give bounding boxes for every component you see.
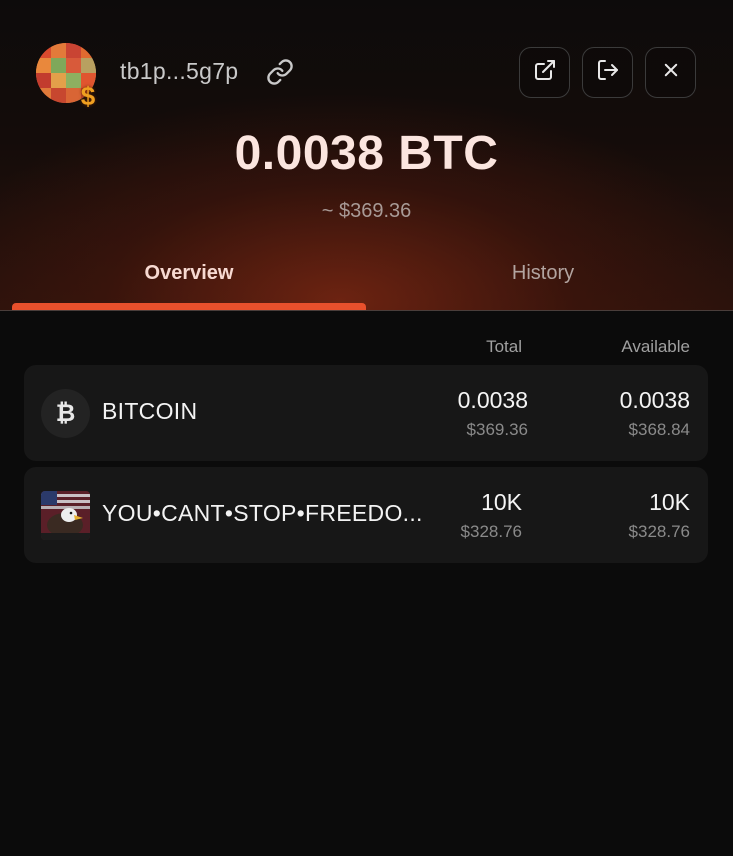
wallet-address: tb1p...5g7p xyxy=(120,58,239,84)
asset-row-bitcoin[interactable]: ₿ BITCOIN 0.0038 $369.36 0.0038 $368.84 xyxy=(24,365,708,461)
rune-eagle-flag-icon xyxy=(41,491,90,540)
asset-total: 10K xyxy=(481,489,522,515)
column-header-available: Available xyxy=(621,337,690,356)
logout-button[interactable] xyxy=(582,47,633,98)
open-external-button[interactable] xyxy=(519,47,570,98)
asset-available-fiat: $328.76 xyxy=(628,522,690,541)
fiat-balance: ~ $369.36 xyxy=(321,200,412,222)
wallet-panel: $ tb1p...5g7p 0.0038 BTC ~ $369.36 Overv… xyxy=(0,0,733,856)
asset-available-fiat: $368.84 xyxy=(628,420,690,439)
tab-history[interactable]: History xyxy=(366,262,720,285)
asset-total: 0.0038 xyxy=(457,387,528,413)
close-button[interactable] xyxy=(645,47,696,98)
column-header-total: Total xyxy=(486,337,522,356)
external-link-icon xyxy=(533,58,557,87)
asset-row-rune[interactable]: YOU•CANT•STOP•FREEDO... 10K $328.76 10K … xyxy=(24,467,708,563)
asset-total-fiat: $328.76 xyxy=(460,522,522,541)
tab-divider xyxy=(0,310,733,311)
tab-overview[interactable]: Overview xyxy=(12,262,366,285)
link-icon[interactable] xyxy=(266,58,294,86)
dollar-badge-icon: $ xyxy=(80,81,96,111)
btc-balance: 0.0038 BTC xyxy=(234,127,499,180)
asset-available: 0.0038 xyxy=(619,387,690,413)
close-icon xyxy=(662,61,680,84)
bitcoin-icon: ₿ xyxy=(41,389,90,438)
logout-icon xyxy=(596,58,620,87)
asset-available: 10K xyxy=(649,489,690,515)
asset-name: YOU•CANT•STOP•FREEDO... xyxy=(102,500,423,526)
asset-name: BITCOIN xyxy=(102,398,198,424)
asset-total-fiat: $369.36 xyxy=(466,420,528,439)
